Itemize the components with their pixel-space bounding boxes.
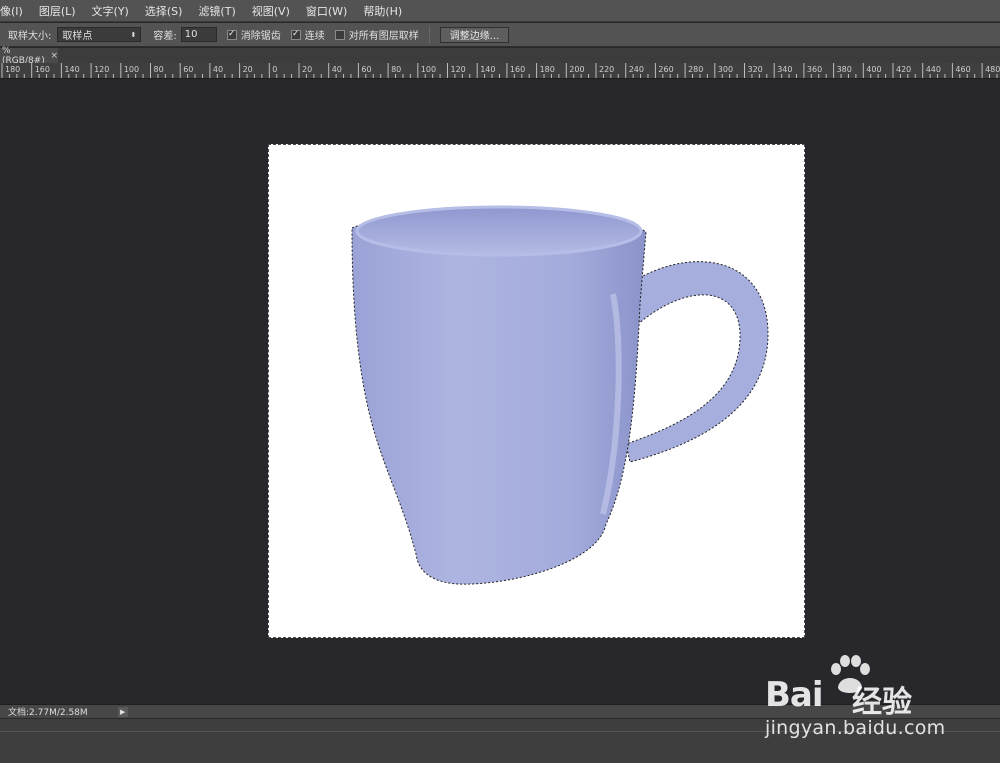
all-layers-option[interactable]: 对所有图层取样: [334, 27, 419, 42]
status-menu-arrow-icon[interactable]: ▶: [117, 706, 128, 717]
ruler-tick-label: 140: [480, 65, 496, 74]
ruler-tick-label: 480: [985, 65, 1000, 74]
menu-item[interactable]: 图层(L): [31, 3, 84, 19]
ruler-tick-label: 100: [420, 65, 437, 74]
ruler-tick-label: 180: [5, 65, 21, 74]
menu-item[interactable]: 帮助(H): [355, 3, 410, 19]
canvas-workspace[interactable]: [0, 80, 1000, 704]
ruler-tick-label: 380: [836, 65, 852, 74]
ruler-tick-label: 360: [806, 65, 823, 74]
ruler-tick-label: 100: [123, 65, 140, 74]
options-divider: [428, 25, 430, 44]
antialias-option[interactable]: ✓ 消除锯齿: [226, 27, 281, 42]
ruler-tick-label: 20: [242, 65, 253, 74]
menu-item[interactable]: 像(I): [0, 3, 31, 19]
ruler-tick-label: 200: [569, 65, 585, 74]
menu-item[interactable]: 文字(Y): [84, 3, 137, 19]
baidu-jingyan-watermark: Bai 经验 jingyan.baidu.com: [760, 655, 960, 745]
contiguous-option[interactable]: ✓ 连续: [290, 27, 325, 42]
ruler-tick-label: 140: [64, 65, 80, 74]
watermark-brand: Bai: [765, 675, 824, 715]
ruler-tick-label: 40: [331, 65, 342, 74]
select-arrows-icon: ⬍: [130, 30, 137, 39]
horizontal-ruler: 180 160 140 120 100 80 60 40 20 0 20 40 60 80 100 120 14…: [0, 63, 1000, 79]
ruler-tick-label: 160: [509, 65, 526, 74]
mug-handle: [625, 261, 769, 463]
watermark-suffix: 经验: [852, 685, 912, 720]
menu-item[interactable]: 视图(V): [244, 3, 298, 19]
ruler-tick-label: 260: [658, 65, 674, 74]
all-layers-label: 对所有图层取样: [348, 31, 419, 42]
ruler-tick-label: 220: [599, 65, 615, 74]
sample-size-select[interactable]: 取样点 ⬍: [57, 27, 142, 42]
ruler-tick-label: 0: [272, 65, 278, 74]
ruler-tick-label: 240: [628, 65, 644, 74]
mug-opening: [355, 205, 643, 257]
ruler-tick-label: 460: [955, 65, 971, 74]
tolerance-input[interactable]: 10: [180, 27, 217, 42]
ruler-tick-label: 60: [361, 65, 372, 74]
ruler-tick-label: 40: [212, 65, 224, 74]
document-tab-bar: %(RGB/8#) ×: [0, 46, 1000, 66]
ruler-tick-label: 300: [717, 65, 734, 74]
all-layers-checkbox[interactable]: [334, 29, 345, 40]
sample-size-label: 取样大小:: [8, 31, 52, 42]
ruler-tick-label: 400: [866, 65, 882, 74]
contiguous-checkbox[interactable]: ✓: [290, 29, 301, 40]
menu-item[interactable]: 滤镜(T): [190, 3, 243, 19]
ruler-tick-label: 120: [450, 65, 466, 74]
document-tab[interactable]: %(RGB/8#) ×: [0, 46, 58, 66]
mug-body: [351, 207, 647, 585]
sample-size-value: 取样点: [62, 31, 93, 42]
tolerance-value: 10: [184, 29, 198, 40]
ruler-tick-label: 60: [183, 65, 194, 74]
ruler-tick-label: 80: [153, 65, 164, 74]
watermark-url: jingyan.baidu.com: [765, 717, 946, 739]
ruler-tick-label: 180: [539, 65, 555, 74]
contiguous-label: 连续: [304, 31, 325, 42]
mug-image: [351, 205, 769, 585]
ruler-tick-label: 440: [925, 65, 941, 74]
menu-bar: 像(I) 图层(L) 文字(Y) 选择(S) 滤镜(T) 视图(V) 窗口(W) 帮助(H): [0, 0, 1000, 22]
ruler-tick-label: 420: [896, 65, 912, 74]
ruler-tick-label: 120: [94, 65, 110, 74]
menu-item[interactable]: 窗口(W): [298, 3, 355, 19]
document-canvas[interactable]: [268, 144, 805, 638]
close-icon[interactable]: ×: [50, 51, 58, 61]
tolerance-label: 容差:: [153, 31, 177, 42]
antialias-checkbox[interactable]: ✓: [226, 29, 237, 40]
ruler-tick-label: 80: [391, 65, 402, 74]
ruler-tick-label: 280: [688, 65, 704, 74]
ruler-tick-label: 340: [777, 65, 793, 74]
ruler-tick-label: 320: [747, 65, 763, 74]
antialias-label: 消除锯齿: [240, 31, 281, 42]
menu-item[interactable]: 选择(S): [137, 3, 191, 19]
ruler-tick-label: 160: [34, 65, 50, 74]
options-bar: 取样大小: 取样点 ⬍ 容差: 10 ✓ 消除锯齿 ✓ 连续 对所有图层取样 调…: [0, 23, 1000, 47]
refine-edge-button[interactable]: 调整边缘...: [439, 26, 510, 43]
document-size-info: 文档:2.77M/2.58M: [8, 708, 88, 718]
ruler-tick-label: 20: [302, 65, 313, 74]
